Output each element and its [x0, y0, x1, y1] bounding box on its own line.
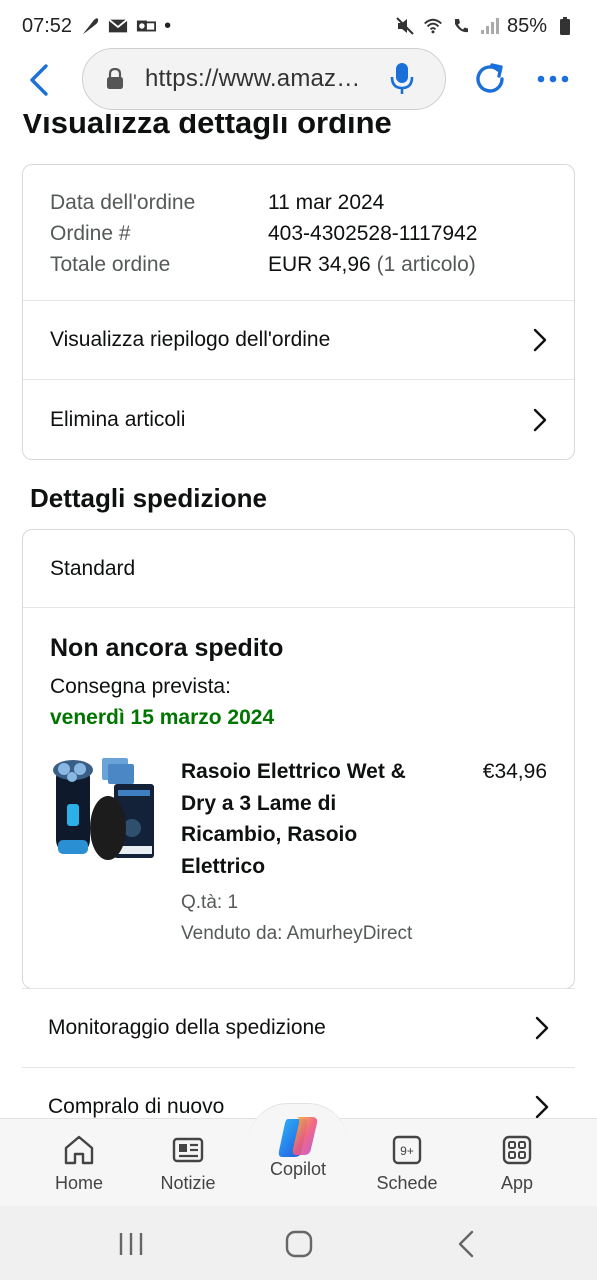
- chevron-right-icon: [535, 1095, 549, 1118]
- lock-icon: [105, 67, 125, 90]
- shipping-section-title: Dettagli spedizione: [30, 483, 267, 513]
- order-total-label: Totale ordine: [50, 253, 171, 276]
- back-arrow-icon[interactable]: [26, 62, 58, 98]
- product-quantity: Q.tà: 1: [181, 892, 239, 913]
- delete-items-link[interactable]: Elimina articoli: [23, 380, 574, 459]
- status-dot: •: [164, 14, 172, 37]
- product-info: Rasoio Elettrico Wet & Dry a 3 Lame di R…: [181, 756, 421, 950]
- reload-icon[interactable]: [472, 61, 508, 97]
- copilot-icon: [274, 1113, 322, 1161]
- nav-tabs-label: Schede: [376, 1173, 438, 1193]
- order-total-row: Totale ordine EUR 34,96 (1 articolo): [50, 249, 547, 280]
- news-icon: [171, 1133, 205, 1167]
- outlook-icon: [136, 16, 157, 36]
- url-text[interactable]: https://www.amaz…: [145, 65, 367, 93]
- tabs-count: 9+: [400, 1144, 414, 1158]
- page-title: Visualizza dettagli ordine: [22, 114, 392, 140]
- buy-again-label: Compralo di nuovo: [48, 1095, 225, 1118]
- track-shipment-link[interactable]: Monitoraggio della spedizione: [22, 988, 575, 1068]
- order-summary-link[interactable]: Visualizza riepilogo dell'ordine: [23, 301, 574, 380]
- back-button-icon[interactable]: [452, 1230, 482, 1258]
- order-date-row: Data dell'ordine 11 mar 2024: [50, 187, 547, 218]
- shipment-card: Standard Non ancora spedito Consegna pre…: [22, 529, 575, 989]
- order-date-label: Data dell'ordine: [50, 191, 196, 214]
- wifi-icon: [423, 16, 443, 36]
- browser-bottom-nav: Home Notizie Copilot 9+ Schede App: [0, 1103, 597, 1207]
- address-bar[interactable]: https://www.amaz…: [82, 48, 446, 110]
- nav-apps[interactable]: App: [467, 1119, 567, 1207]
- chevron-right-icon: [535, 1016, 549, 1040]
- browser-toolbar: https://www.amaz…: [0, 46, 597, 114]
- status-bar: 07:52 • 85%: [0, 0, 597, 52]
- home-button-icon[interactable]: [284, 1230, 314, 1258]
- track-shipment-label: Monitoraggio della spedizione: [48, 1016, 326, 1039]
- order-number-row: Ordine # 403-4302528-1117942: [50, 218, 547, 249]
- status-right: 85%: [395, 15, 575, 38]
- product-seller: Venduto da: AmurheyDirect: [181, 923, 413, 944]
- delete-items-link-label: Elimina articoli: [50, 407, 186, 431]
- order-number-value: 403-4302528-1117942: [268, 222, 478, 245]
- mute-icon: [395, 16, 415, 36]
- nav-tabs[interactable]: 9+ Schede: [357, 1119, 457, 1207]
- status-left: 07:52 •: [22, 15, 171, 38]
- product-title-link[interactable]: Rasoio Elettrico Wet & Dry a 3 Lame di R…: [181, 756, 421, 882]
- product-price: €34,96: [482, 760, 547, 783]
- order-summary-link-label: Visualizza riepilogo dell'ordine: [50, 328, 331, 351]
- order-info: Data dell'ordine 11 mar 2024 Ordine # 40…: [23, 165, 574, 301]
- order-date-value: 11 mar 2024: [268, 191, 385, 214]
- shipping-method: Standard: [23, 530, 574, 608]
- recent-apps-icon[interactable]: [116, 1230, 146, 1258]
- nav-news[interactable]: Notizie: [138, 1119, 238, 1207]
- mail-icon: [108, 16, 128, 36]
- battery-percent: 85%: [506, 14, 547, 37]
- tabs-icon: 9+: [390, 1133, 424, 1167]
- status-time: 07:52: [22, 14, 73, 37]
- nav-copilot[interactable]: Copilot: [248, 1117, 348, 1207]
- more-icon[interactable]: [536, 72, 570, 86]
- system-nav-bar: [0, 1206, 597, 1280]
- page-content: Visualizza dettagli ordine Data dell'ord…: [0, 114, 597, 1118]
- nav-apps-label: App: [500, 1173, 534, 1193]
- product-image[interactable]: [50, 756, 158, 864]
- chevron-right-icon: [533, 328, 547, 352]
- apps-icon: [500, 1133, 534, 1167]
- order-total-value: EUR 34,96: [268, 253, 371, 276]
- shipment-body: Non ancora spedito Consegna prevista: ve…: [23, 608, 574, 956]
- order-number-label: Ordine #: [50, 222, 131, 245]
- delivery-date: venerdì 15 marzo 2024: [50, 706, 275, 729]
- nav-home[interactable]: Home: [29, 1119, 129, 1207]
- delivery-label: Consegna prevista:: [50, 675, 231, 698]
- shipment-status: Non ancora spedito: [50, 634, 284, 662]
- order-item-count: (1 articolo): [376, 253, 476, 276]
- chevron-right-icon: [533, 408, 547, 432]
- nav-news-label: Notizie: [160, 1173, 216, 1193]
- microphone-icon[interactable]: [389, 62, 415, 96]
- home-icon: [62, 1133, 96, 1167]
- signal-icon: [479, 16, 499, 36]
- nav-copilot-label: Copilot: [269, 1159, 327, 1179]
- order-summary-card: Data dell'ordine 11 mar 2024 Ordine # 40…: [22, 164, 575, 460]
- wifi-call-icon: [451, 16, 471, 36]
- feather-notification-icon: [80, 16, 100, 36]
- product-item: Rasoio Elettrico Wet & Dry a 3 Lame di R…: [50, 756, 547, 956]
- nav-home-label: Home: [54, 1173, 103, 1193]
- battery-icon: [555, 16, 575, 36]
